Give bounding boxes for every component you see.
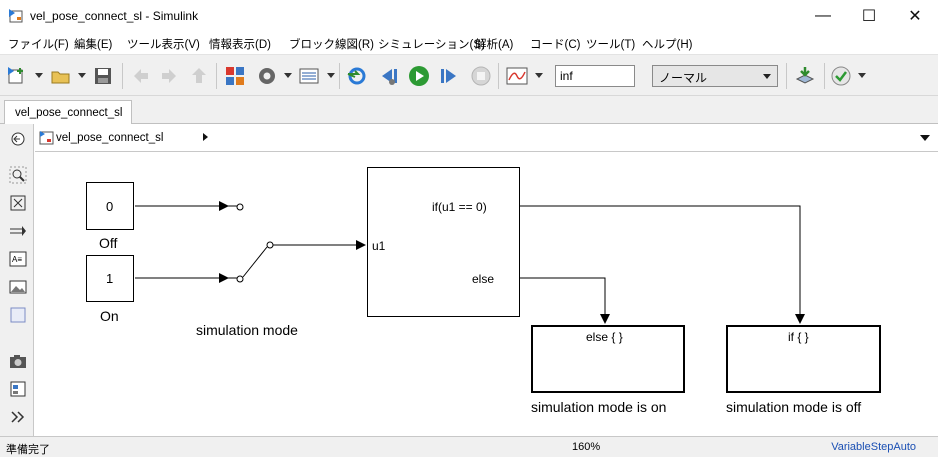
check-dropdown-icon[interactable] [858,73,866,78]
toolbar-separator [339,63,340,89]
annotation-icon[interactable]: A≡ [9,250,27,268]
expand-palette-icon[interactable] [9,408,27,426]
tab-vel-pose-connect-sl[interactable]: vel_pose_connect_sl [4,100,132,125]
signal-line-icon[interactable] [9,222,27,240]
menu-analysis[interactable]: 解析(A) [475,36,513,52]
if-block[interactable]: u1 if(u1 == 0) else [367,167,520,317]
window-title: vel_pose_connect_sl - Simulink [30,9,199,23]
svg-text:A≡: A≡ [12,255,22,264]
subsystem-port-label: else { } [586,330,623,344]
solver-link[interactable]: VariableStepAuto [831,441,916,453]
update-icon[interactable] [346,65,368,87]
step-forward-icon[interactable] [438,65,460,87]
data-inspector-icon[interactable] [506,65,528,87]
constant-block-on[interactable]: 1 [86,255,134,302]
menu-display[interactable]: 情報表示(D) [209,36,271,52]
camera-icon[interactable] [9,352,27,370]
explorer-dropdown-icon[interactable] [327,73,335,78]
menu-simulation[interactable]: シミュレーション(S) [378,36,485,52]
back-icon[interactable] [130,65,152,87]
check-icon[interactable] [830,65,852,87]
menu-edit[interactable]: 編集(E) [74,36,112,52]
simulation-mode-select[interactable]: ノーマル [652,65,778,87]
run-icon[interactable] [408,65,430,87]
constant-block-off[interactable]: 0 [86,182,134,230]
close-button[interactable]: ✕ [892,0,938,31]
menu-diagram[interactable]: ブロック線図(R) [289,36,374,52]
block-label[interactable]: simulation mode [196,322,298,338]
library-browser-icon[interactable] [224,65,246,87]
status-bar: 準備完了 160% VariableStepAuto [0,436,938,457]
block-label[interactable]: On [100,308,119,324]
forward-icon[interactable] [158,65,180,87]
switch-lever [242,246,268,278]
constant-value: 0 [106,199,114,214]
else-action-subsystem[interactable]: else { } [531,325,685,393]
model-icon [39,131,54,145]
explorer-bar: vel_pose_connect_sl [35,124,938,152]
switch-port [236,203,244,211]
open-icon[interactable] [50,65,72,87]
toolbar-separator [216,63,217,89]
model-tab-strip: vel_pose_connect_sl [0,96,938,125]
switch-port [266,241,274,249]
model-browser-icon[interactable] [9,380,27,398]
model-settings-icon[interactable] [256,65,278,87]
stop-time-input[interactable]: inf [555,65,635,87]
if-condition-port-label: if(u1 == 0) [432,200,487,214]
if-action-subsystem[interactable]: if { } [726,325,881,393]
simulink-app-icon [9,9,23,23]
title-bar: vel_pose_connect_sl - Simulink — ☐ ✕ [0,0,938,31]
menu-help[interactable]: ヘルプ(H) [642,36,692,52]
menu-file[interactable]: ファイル(F) [8,36,69,52]
maximize-button[interactable]: ☐ [846,0,892,31]
fit-to-view-icon[interactable] [9,194,27,212]
image-icon[interactable] [9,278,27,296]
block-label[interactable]: simulation mode is off [726,399,861,415]
toolbar-separator [498,63,499,89]
toolbar-separator [786,63,787,89]
breadcrumb[interactable]: vel_pose_connect_sl [56,132,163,144]
new-dropdown-icon[interactable] [35,73,43,78]
block-label[interactable]: Off [99,235,117,251]
diagram-canvas[interactable]: 0 Off 1 On simulation mode u1 if(u1 == 0… [35,153,938,436]
toolbar-separator [824,63,825,89]
area-icon[interactable] [9,306,27,324]
hide-explorer-icon[interactable] [9,130,27,148]
simulation-mode-value: ノーマル [659,71,708,85]
signal-line [520,277,610,324]
minimize-button[interactable]: — [800,0,846,31]
else-port-label: else [472,272,495,286]
palette-toolbar: A≡ [0,124,34,436]
if-input-port-label: u1 [372,239,386,253]
zoom-icon[interactable] [9,166,27,184]
new-model-icon[interactable] [6,65,28,87]
inspector-dropdown-icon[interactable] [535,73,543,78]
menu-code[interactable]: コード(C) [530,36,580,52]
zoom-level: 160% [572,441,601,453]
chevron-down-icon[interactable] [920,135,930,141]
menu-tools[interactable]: ツール(T) [586,36,635,52]
status-text: 準備完了 [6,444,50,456]
save-icon[interactable] [92,65,114,87]
toolbar-separator [122,63,123,89]
build-icon[interactable] [794,65,816,87]
model-explorer-icon[interactable] [298,65,320,87]
toolbar: inf ノーマル [0,54,938,96]
menu-bar: ファイル(F) 編集(E) ツール表示(V) 情報表示(D) ブロック線図(R)… [0,31,938,53]
block-label[interactable]: simulation mode is on [531,399,666,415]
open-dropdown-icon[interactable] [78,73,86,78]
subsystem-port-label: if { } [788,330,809,344]
switch-port [236,275,244,283]
step-back-icon[interactable] [378,65,400,87]
up-icon[interactable] [188,65,210,87]
menu-view[interactable]: ツール表示(V) [127,36,200,52]
settings-dropdown-icon[interactable] [284,73,292,78]
chevron-down-icon [763,74,771,79]
chevron-right-icon[interactable] [203,133,208,141]
signal-line [520,205,805,324]
stop-icon[interactable] [470,65,492,87]
constant-value: 1 [106,271,114,286]
